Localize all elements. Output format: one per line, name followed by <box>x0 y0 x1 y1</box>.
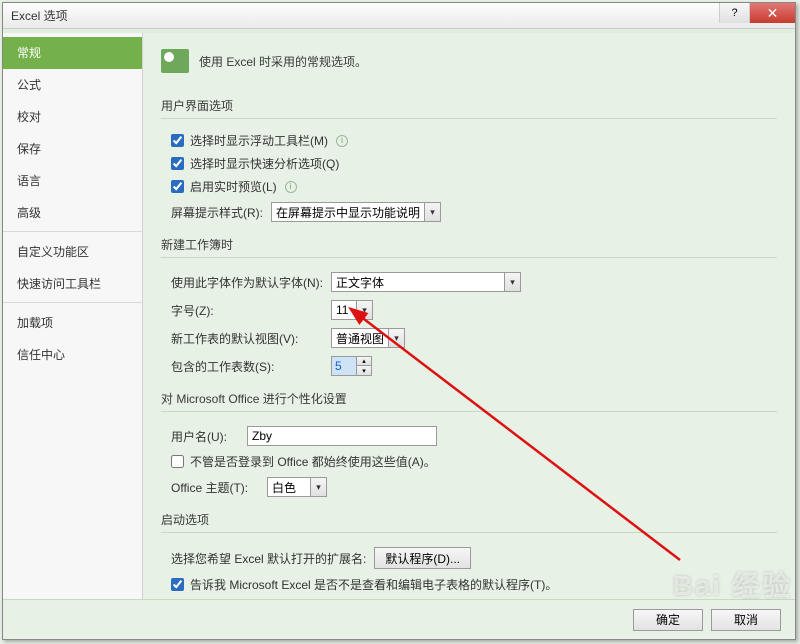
font-size-select[interactable]: 11▾ <box>331 300 373 320</box>
main-panel: 使用 Excel 时采用的常规选项。 用户界面选项 选择时显示浮动工具栏(M) i… <box>143 33 795 601</box>
chevron-down-icon: ▾ <box>388 329 404 347</box>
help-button[interactable]: ? <box>719 3 749 23</box>
default-view-label: 新工作表的默认视图(V): <box>171 330 331 347</box>
ext-label: 选择您希望 Excel 默认打开的扩展名: <box>171 550 366 567</box>
float-toolbar-label: 选择时显示浮动工具栏(M) <box>190 132 328 149</box>
sidebar-item-9[interactable]: 信任中心 <box>3 339 142 371</box>
chevron-down-icon: ▾ <box>504 273 520 291</box>
sidebar-item-7[interactable]: 快速访问工具栏 <box>3 268 142 303</box>
sheet-count-spinner[interactable]: 5 ▴▾ <box>331 356 372 376</box>
sidebar-item-0[interactable]: 常规 <box>3 37 142 69</box>
info-icon[interactable]: i <box>336 135 348 147</box>
cancel-button[interactable]: 取消 <box>711 609 781 631</box>
sidebar-item-1[interactable]: 公式 <box>3 69 142 101</box>
sidebar-item-8[interactable]: 加载项 <box>3 307 142 339</box>
office-theme-select[interactable]: 白色▾ <box>267 477 327 497</box>
spin-up-icon[interactable]: ▴ <box>357 357 371 366</box>
default-font-select[interactable]: 正文字体▾ <box>331 272 521 292</box>
sidebar-item-6[interactable]: 自定义功能区 <box>3 236 142 268</box>
screentip-select[interactable]: 在屏幕提示中显示功能说明▾ <box>271 202 441 222</box>
options-dialog: Excel 选项 ? ✕ 常规公式校对保存语言高级自定义功能区快速访问工具栏加载… <box>2 2 796 640</box>
font-size-label: 字号(Z): <box>171 302 331 319</box>
quick-analysis-label: 选择时显示快速分析选项(Q) <box>190 155 339 172</box>
sheet-count-label: 包含的工作表数(S): <box>171 358 331 375</box>
default-view-select[interactable]: 普通视图▾ <box>331 328 405 348</box>
quick-analysis-checkbox[interactable] <box>171 157 184 170</box>
sidebar-item-4[interactable]: 语言 <box>3 165 142 197</box>
watermark: Bai 经验 <box>673 564 792 604</box>
office-theme-label: Office 主题(T): <box>171 479 267 496</box>
section-startup-title: 启动选项 <box>161 507 777 533</box>
default-font-label: 使用此字体作为默认字体(N): <box>171 274 331 291</box>
default-programs-button[interactable]: 默认程序(D)... <box>374 547 471 569</box>
always-use-label: 不管是否登录到 Office 都始终使用这些值(A)。 <box>190 453 436 470</box>
sidebar-item-2[interactable]: 校对 <box>3 101 142 133</box>
window-title: Excel 选项 <box>11 7 68 24</box>
section-ui-title: 用户界面选项 <box>161 93 777 119</box>
ok-button[interactable]: 确定 <box>633 609 703 631</box>
section-newwb-title: 新建工作簿时 <box>161 232 777 258</box>
sidebar-item-3[interactable]: 保存 <box>3 133 142 165</box>
float-toolbar-checkbox[interactable] <box>171 134 184 147</box>
header-text: 使用 Excel 时采用的常规选项。 <box>199 53 367 70</box>
chevron-down-icon: ▾ <box>424 203 440 221</box>
live-preview-label: 启用实时预览(L) <box>190 178 277 195</box>
info-icon[interactable]: i <box>285 181 297 193</box>
username-label: 用户名(U): <box>171 428 247 445</box>
always-use-checkbox[interactable] <box>171 455 184 468</box>
live-preview-checkbox[interactable] <box>171 180 184 193</box>
spin-down-icon[interactable]: ▾ <box>357 366 371 375</box>
general-icon <box>161 49 189 73</box>
chevron-down-icon: ▾ <box>310 478 326 496</box>
sidebar-item-5[interactable]: 高级 <box>3 197 142 232</box>
close-button[interactable]: ✕ <box>749 3 795 23</box>
tell-me-label: 告诉我 Microsoft Excel 是否不是查看和编辑电子表格的默认程序(T… <box>190 576 557 593</box>
dialog-footer: 确定 取消 <box>3 599 795 639</box>
titlebar[interactable]: Excel 选项 ? ✕ <box>3 3 795 29</box>
screentip-label: 屏幕提示样式(R): <box>171 204 271 221</box>
chevron-down-icon: ▾ <box>356 301 372 319</box>
section-personal-title: 对 Microsoft Office 进行个性化设置 <box>161 386 777 412</box>
username-input[interactable] <box>247 426 437 446</box>
sidebar: 常规公式校对保存语言高级自定义功能区快速访问工具栏加载项信任中心 <box>3 33 143 601</box>
sheet-count-value[interactable]: 5 <box>331 356 357 376</box>
tell-me-checkbox[interactable] <box>171 578 184 591</box>
